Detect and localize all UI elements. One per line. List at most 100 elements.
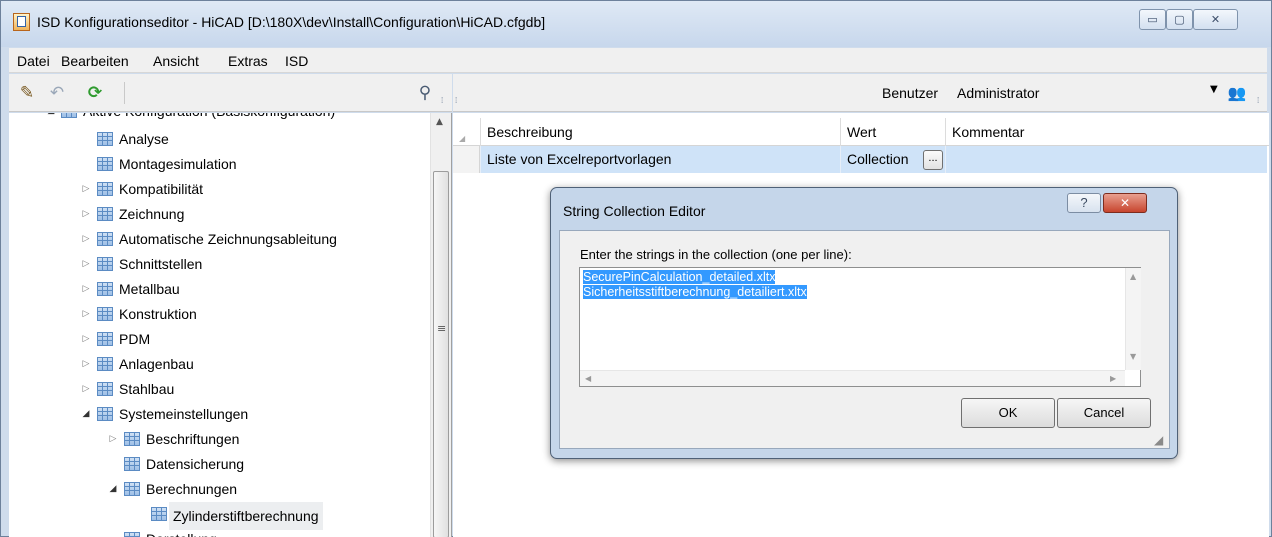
toolbar-grip-icon[interactable]: ⁞: [1257, 97, 1263, 108]
string-collection-dialog: String Collection Editor ? ✕ Enter the s…: [550, 187, 1178, 459]
close-button[interactable]: ✕: [1193, 9, 1238, 30]
column-header-kommentar[interactable]: Kommentar: [945, 118, 1269, 146]
table-icon: [124, 532, 140, 537]
scroll-thumb[interactable]: ≡: [433, 171, 449, 537]
tree-label: Metallbau: [119, 281, 180, 297]
resize-grip-icon[interactable]: ◢: [1154, 433, 1163, 447]
table-icon: [97, 157, 113, 171]
expand-icon[interactable]: ▷: [80, 377, 92, 401]
table-row[interactable]: Liste von Excelreportvorlagen Collection…: [453, 146, 1269, 173]
ok-button[interactable]: OK: [961, 398, 1055, 428]
table-icon: [97, 332, 113, 346]
user-label: Benutzer: [882, 85, 939, 101]
dialog-close-button[interactable]: ✕: [1103, 193, 1147, 213]
text-line: SecurePinCalculation_detailed.xltx: [583, 270, 776, 284]
maximize-button[interactable]: ▢: [1166, 9, 1193, 30]
tree-label: Stahlbau: [119, 381, 175, 397]
user-select[interactable]: Administrator: [957, 85, 1039, 101]
tree-label: Datensicherung: [146, 456, 245, 472]
table-icon: [151, 507, 167, 521]
edit-collection-button[interactable]: ...: [923, 150, 943, 170]
menu-datei[interactable]: Datei: [17, 53, 50, 69]
textarea-hscroll[interactable]: ◀ ▶: [580, 370, 1125, 386]
chevron-down-icon[interactable]: ▼: [1210, 84, 1218, 95]
scroll-down-icon[interactable]: ▼: [1130, 352, 1136, 361]
table-icon: [124, 457, 140, 471]
tree-scrollbar[interactable]: ▲ ≡: [430, 113, 451, 537]
table-icon: [97, 257, 113, 271]
cell-description[interactable]: Liste von Excelreportvorlagen: [480, 146, 840, 173]
collapse-icon[interactable]: ◢: [107, 477, 119, 501]
table-icon: [61, 113, 77, 118]
scroll-left-icon[interactable]: ◀: [585, 374, 591, 383]
column-header-beschreibung[interactable]: Beschreibung: [480, 118, 838, 146]
cell-value[interactable]: Collection ...: [840, 146, 945, 173]
collapse-icon[interactable]: ◢: [80, 402, 92, 426]
instruction-label: Enter the strings in the collection (one…: [580, 247, 852, 262]
scroll-up-icon[interactable]: ▲: [436, 117, 443, 127]
binoculars-icon[interactable]: ⚲: [415, 83, 435, 103]
tree-label: Konstruktion: [119, 306, 197, 322]
strings-textarea[interactable]: SecurePinCalculation_detailed.xltx Siche…: [579, 267, 1141, 387]
tree-label: Zeichnung: [119, 206, 185, 222]
tree-label: PDM: [119, 331, 151, 347]
tree-label: Analyse: [119, 131, 169, 147]
table-icon: [124, 432, 140, 446]
cell-comment[interactable]: [945, 146, 1267, 173]
table-icon: [97, 207, 113, 221]
table-icon: [97, 407, 113, 421]
expand-icon[interactable]: ▷: [80, 277, 92, 301]
expand-icon[interactable]: ▷: [80, 302, 92, 326]
refresh-icon[interactable]: ⟳: [85, 83, 105, 103]
tree-label: Systemeinstellungen: [119, 406, 249, 422]
menu-ansicht[interactable]: Ansicht: [153, 53, 199, 69]
menu-extras[interactable]: Extras: [228, 53, 268, 69]
expand-icon[interactable]: ▷: [80, 252, 92, 276]
toolbar-grip-icon[interactable]: ⁞: [455, 97, 461, 108]
menu-bar: Datei Bearbeiten Ansicht Extras ISD: [9, 48, 1267, 73]
row-header[interactable]: [453, 146, 480, 173]
users-icon[interactable]: 👥: [1227, 83, 1247, 103]
menu-isd[interactable]: ISD: [285, 53, 308, 69]
scroll-right-icon[interactable]: ▶: [1110, 374, 1116, 383]
help-button[interactable]: ?: [1067, 193, 1101, 213]
tree-toolbar: ✎ ↶ ⟳ ⚲ ⁞: [9, 74, 452, 112]
configuration-tree[interactable]: ◢ Aktive Konfiguration (Basiskonfigurati…: [9, 113, 452, 537]
tree-label: Kompatibilität: [119, 181, 204, 197]
column-header-wert[interactable]: Wert: [840, 118, 940, 146]
table-icon: [97, 307, 113, 321]
expand-icon[interactable]: ▷: [80, 177, 92, 201]
tree-label: Automatische Zeichnungsableitung: [119, 231, 337, 247]
undo-icon[interactable]: ↶: [47, 83, 67, 103]
expand-icon[interactable]: ▷: [80, 327, 92, 351]
scroll-up-icon[interactable]: ▲: [1130, 272, 1136, 281]
tree-label: Aktive Konfiguration (Basiskonfiguration…: [83, 113, 335, 123]
toolbar-separator: [124, 82, 125, 104]
tree-label: Schnittstellen: [119, 256, 203, 272]
expand-icon[interactable]: ▷: [107, 427, 119, 451]
table-icon: [97, 357, 113, 371]
table-icon: [97, 232, 113, 246]
table-icon: [124, 482, 140, 496]
menu-bearbeiten[interactable]: Bearbeiten: [61, 53, 129, 69]
collapse-icon[interactable]: ◢: [45, 113, 57, 123]
window-title: ISD Konfigurationseditor - HiCAD [D:\180…: [37, 14, 546, 30]
main-toolbar: ⁞ Benutzer Administrator ▼ 👥 ⁞: [453, 74, 1267, 112]
table-icon: [97, 382, 113, 396]
cell-value-text: Collection: [847, 151, 909, 167]
tree-label: Berechnungen: [146, 481, 238, 497]
tree-label: Anlagenbau: [119, 356, 194, 372]
cancel-button[interactable]: Cancel: [1057, 398, 1151, 428]
toolbar-grip-icon[interactable]: ⁞: [441, 97, 447, 108]
textarea-vscroll[interactable]: ▲ ▼: [1125, 268, 1141, 370]
minimize-button[interactable]: ▭: [1139, 9, 1166, 30]
expand-icon[interactable]: ▷: [80, 202, 92, 226]
grip-icon: ≡: [437, 322, 447, 335]
expand-icon[interactable]: ▷: [80, 227, 92, 251]
corner-icon: ◢: [459, 134, 466, 143]
expand-icon[interactable]: ▷: [80, 352, 92, 376]
text-line: Sicherheitsstiftberechnung_detailiert.xl…: [583, 285, 807, 299]
title-bar[interactable]: ISD Konfigurationseditor - HiCAD [D:\180…: [1, 1, 1271, 47]
table-icon: [97, 182, 113, 196]
pencil-icon[interactable]: ✎: [17, 83, 37, 103]
